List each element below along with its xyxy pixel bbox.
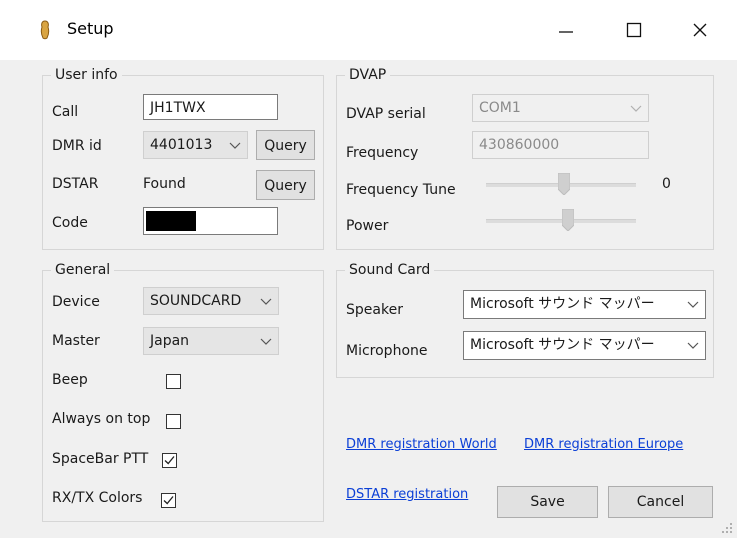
chevron-down-icon: [260, 298, 272, 305]
frequency-tune-thumb[interactable]: [558, 173, 570, 195]
dmr-query-button[interactable]: Query: [256, 130, 315, 160]
microphone-value: Microsoft サウンド マッパー: [470, 337, 655, 353]
dstar-label: DSTAR: [52, 176, 99, 192]
frequency-input[interactable]: 430860000: [472, 131, 649, 159]
window-title: Setup: [67, 19, 114, 38]
sound-card-title: Sound Card: [345, 261, 435, 279]
dstar-status: Found: [143, 176, 186, 192]
power-slider[interactable]: [486, 209, 636, 233]
rxtx-colors-label: RX/TX Colors: [52, 490, 143, 506]
user-info-title: User info: [51, 66, 122, 84]
chevron-down-icon: [260, 338, 272, 345]
master-label: Master: [52, 333, 100, 349]
dmr-id-select[interactable]: 4401013: [143, 131, 248, 159]
dvap-serial-select[interactable]: COM1: [472, 94, 649, 122]
app-icon: [40, 20, 50, 40]
power-label: Power: [346, 218, 389, 234]
chevron-down-icon: [630, 105, 642, 112]
microphone-select[interactable]: Microsoft サウンド マッパー: [463, 331, 706, 360]
speaker-select[interactable]: Microsoft サウンド マッパー: [463, 290, 706, 319]
close-button[interactable]: [680, 10, 720, 50]
device-value: SOUNDCARD: [150, 293, 242, 309]
frequency-tune-value: 0: [662, 176, 671, 192]
close-icon: [693, 23, 707, 37]
dvap-title: DVAP: [345, 66, 391, 84]
dmr-registration-world-link[interactable]: DMR registration World: [346, 437, 497, 452]
call-label: Call: [52, 104, 79, 120]
dvap-serial-value: COM1: [479, 100, 521, 116]
master-select[interactable]: Japan: [143, 327, 279, 355]
chevron-down-icon: [229, 142, 241, 149]
spacebar-ptt-label: SpaceBar PTT: [52, 451, 149, 467]
frequency-tune-slider[interactable]: [486, 173, 636, 197]
title-bar[interactable]: Setup: [0, 0, 737, 60]
call-input[interactable]: JH1TWX: [143, 94, 278, 120]
code-label: Code: [52, 215, 88, 231]
rxtx-colors-checkbox[interactable]: [161, 493, 176, 508]
maximize-icon: [626, 22, 642, 38]
save-button[interactable]: Save: [497, 486, 598, 518]
sound-card-group: Sound Card: [336, 261, 714, 378]
dmr-id-label: DMR id: [52, 138, 102, 154]
always-on-top-label: Always on top: [52, 411, 151, 427]
device-select[interactable]: SOUNDCARD: [143, 287, 279, 315]
always-on-top-checkbox[interactable]: [166, 414, 181, 429]
device-label: Device: [52, 294, 100, 310]
chevron-down-icon: [687, 342, 699, 349]
maximize-button[interactable]: [614, 10, 654, 50]
frequency-label: Frequency: [346, 145, 419, 161]
check-icon: [163, 496, 174, 505]
dmr-registration-europe-link[interactable]: DMR registration Europe: [524, 437, 683, 452]
check-icon: [164, 456, 175, 465]
setup-dialog: Setup User info Call JH1TWX DMR id 44010…: [0, 0, 737, 538]
minimize-icon: [559, 31, 573, 33]
power-track: [486, 219, 636, 223]
minimize-button[interactable]: [546, 10, 586, 50]
code-input[interactable]: [143, 207, 278, 235]
speaker-value: Microsoft サウンド マッパー: [470, 296, 655, 312]
cancel-button[interactable]: Cancel: [608, 486, 713, 518]
general-title: General: [51, 261, 115, 279]
dmr-id-value: 4401013: [150, 137, 213, 153]
frequency-tune-label: Frequency Tune: [346, 182, 456, 198]
dvap-serial-label: DVAP serial: [346, 106, 426, 122]
chevron-down-icon: [687, 301, 699, 308]
code-redaction: [146, 211, 196, 231]
spacebar-ptt-checkbox[interactable]: [162, 453, 177, 468]
speaker-label: Speaker: [346, 302, 403, 318]
resize-grip-icon[interactable]: [721, 522, 733, 534]
beep-label: Beep: [52, 372, 88, 388]
dstar-registration-link[interactable]: DSTAR registration: [346, 487, 468, 502]
beep-checkbox[interactable]: [166, 374, 181, 389]
master-value: Japan: [150, 333, 190, 349]
power-thumb[interactable]: [562, 209, 574, 231]
dstar-query-button[interactable]: Query: [256, 170, 315, 200]
microphone-label: Microphone: [346, 343, 428, 359]
